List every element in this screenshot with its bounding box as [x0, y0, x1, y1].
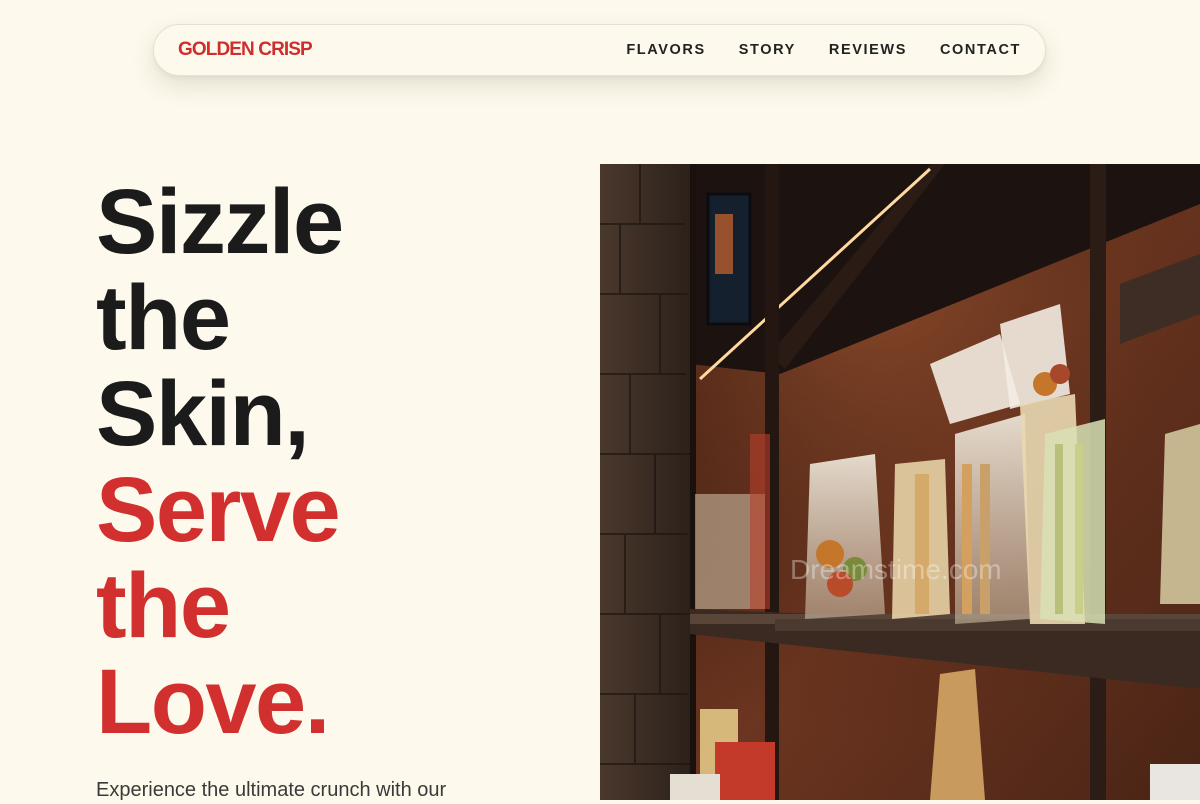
- top-navigation: GOLDEN CRISP FLAVORS STORY REVIEWS CONTA…: [153, 24, 1046, 76]
- nav-link-reviews[interactable]: REVIEWS: [829, 42, 907, 58]
- hero-headline: Sizzle the Skin, Serve the Love.: [96, 171, 344, 753]
- brand-logo[interactable]: GOLDEN CRISP: [178, 39, 313, 61]
- nav-link-story[interactable]: STORY: [739, 42, 796, 58]
- nav-link-contact[interactable]: CONTACT: [940, 42, 1021, 58]
- headline-line-1: Sizzle: [96, 171, 344, 273]
- nav-links: FLAVORS STORY REVIEWS CONTACT: [626, 42, 1021, 58]
- nav-link-flavors[interactable]: FLAVORS: [626, 42, 705, 58]
- headline-line-6: Love.: [96, 651, 330, 753]
- headline-line-3: Skin,: [96, 363, 310, 465]
- hero-image: Dreamstime.com: [600, 164, 1200, 800]
- headline-line-2: the: [96, 267, 231, 369]
- image-watermark: Dreamstime.com: [790, 554, 1002, 585]
- headline-line-4: Serve: [96, 459, 341, 561]
- headline-line-5: the: [96, 555, 231, 657]
